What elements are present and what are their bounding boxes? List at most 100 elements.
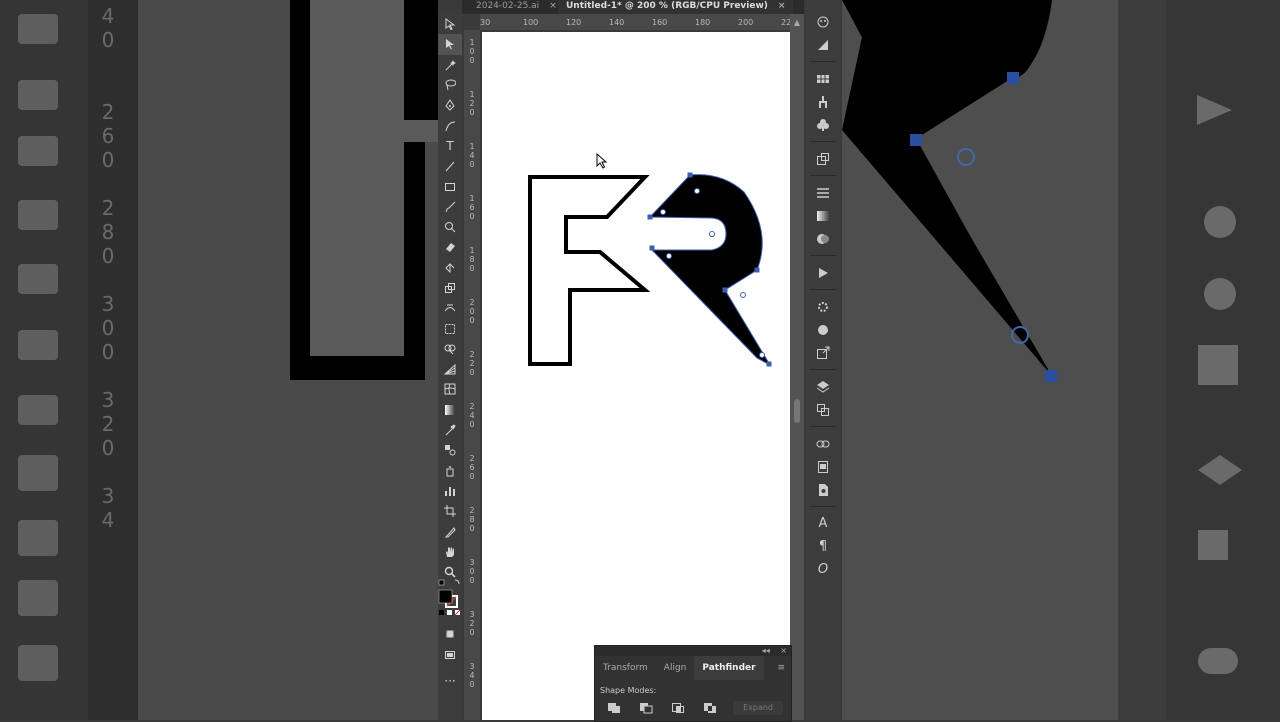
close-icon[interactable]: ×: [780, 646, 787, 655]
tab-document-1[interactable]: 2024-02-25.ai ×: [468, 0, 565, 14]
close-icon[interactable]: ×: [778, 1, 786, 11]
perspective-grid-tool[interactable]: [438, 359, 462, 379]
character-icon[interactable]: A: [806, 512, 840, 535]
free-transform-tool[interactable]: [438, 318, 462, 338]
direct-selection-tool[interactable]: [438, 34, 462, 55]
ruler-tick-label: 3 0 0: [469, 558, 475, 585]
line-segment-tool[interactable]: [438, 156, 462, 176]
expand-button[interactable]: Expand: [733, 701, 783, 715]
draw-mode-icon[interactable]: [438, 624, 462, 644]
vertical-scrollbar[interactable]: ▲: [790, 14, 804, 720]
unite-button[interactable]: [603, 701, 625, 715]
background-right-blur: [842, 0, 1280, 720]
ruler-tick-label: 2 0 0: [469, 298, 475, 325]
ruler-tick-label: 120: [566, 18, 582, 27]
artboards-icon[interactable]: [806, 398, 840, 421]
paragraph-icon[interactable]: ¶: [806, 535, 840, 558]
shaper-tool[interactable]: [438, 217, 462, 237]
bg-letter-f-blur: [18, 0, 438, 681]
more-tools-icon[interactable]: ···: [438, 671, 462, 691]
panel-menu-icon[interactable]: ≡: [777, 663, 791, 673]
fill-stroke-swatches[interactable]: [438, 578, 462, 618]
symbols-icon[interactable]: [806, 113, 840, 136]
color-icon[interactable]: [806, 10, 840, 33]
shape-modes-row: Expand: [595, 695, 791, 721]
gradient-tool[interactable]: [438, 400, 462, 420]
width-tool[interactable]: [438, 298, 462, 318]
actions-icon[interactable]: [806, 261, 840, 284]
panel-tabs: Transform Align Pathfinder ≡: [595, 656, 791, 680]
magic-wand-tool[interactable]: [438, 55, 462, 75]
ruler-tick-label: 140: [609, 18, 625, 27]
ruler-tick-label: 1 4 0: [469, 142, 475, 169]
ruler-tick-label: 180: [695, 18, 711, 27]
document-tab-bar: 2024-02-25.ai × Untitled-1* @ 200 % (RGB/…: [462, 0, 804, 14]
brushes-icon[interactable]: [806, 90, 840, 113]
opentype-icon[interactable]: O: [806, 558, 840, 581]
selection-tool[interactable]: [438, 14, 462, 34]
exclude-button[interactable]: [699, 701, 721, 715]
ruler-tick-label: 160: [652, 18, 668, 27]
ruler-tick-label: 100: [523, 18, 539, 27]
vertical-ruler: 1 0 0 1 2 0 1 4 0 1 6 0 1 8 0 2 0 0 2 2 …: [464, 30, 480, 720]
collapsed-panels-dock: A ¶ O: [806, 0, 840, 720]
libraries-icon[interactable]: [806, 455, 840, 478]
graphic-styles-icon[interactable]: [806, 318, 840, 341]
eraser-tool[interactable]: [438, 237, 462, 257]
stroke-icon[interactable]: [806, 181, 840, 204]
bg-letter-r-blur: [842, 0, 1242, 674]
eyedropper-tool[interactable]: [438, 420, 462, 440]
minus-front-button[interactable]: [635, 701, 657, 715]
close-icon[interactable]: ×: [549, 1, 557, 11]
ruler-tick-label: 2 2 0: [469, 350, 475, 377]
blend-tool[interactable]: [438, 440, 462, 460]
layers-icon[interactable]: [806, 375, 840, 398]
lasso-tool[interactable]: [438, 75, 462, 95]
transparency-icon[interactable]: [806, 227, 840, 250]
tools-panel: T ···: [438, 14, 462, 720]
ruler-tick-label: 1 8 0: [469, 246, 475, 273]
symbol-sprayer-tool[interactable]: [438, 461, 462, 481]
paintbrush-tool[interactable]: [438, 197, 462, 217]
tab-pathfinder[interactable]: Pathfinder: [694, 656, 764, 680]
shape-builder-tool[interactable]: [438, 339, 462, 359]
type-tool[interactable]: T: [438, 136, 462, 156]
column-graph-tool[interactable]: [438, 481, 462, 501]
scroll-thumb[interactable]: [794, 399, 800, 423]
asset-export-icon[interactable]: [806, 147, 840, 170]
color-guide-icon[interactable]: [806, 33, 840, 56]
pen-tool[interactable]: [438, 95, 462, 115]
scroll-up-arrow[interactable]: ▲: [790, 18, 804, 27]
shape-modes-label: Shape Modes:: [600, 686, 657, 695]
mesh-tool[interactable]: [438, 379, 462, 399]
ruler-tick-label: 30: [480, 18, 491, 27]
links-icon[interactable]: [806, 432, 840, 455]
artboard-canvas[interactable]: [482, 32, 790, 720]
panel-title-bar[interactable]: ◂◂ ×: [595, 646, 791, 656]
hand-tool[interactable]: [438, 542, 462, 562]
artboard-tool[interactable]: [438, 501, 462, 521]
screen-mode-icon[interactable]: [438, 645, 462, 665]
tab-label: Untitled-1* @ 200 % (RGB/CPU Preview): [566, 1, 768, 11]
collapse-panel-icon[interactable]: ◂◂: [762, 646, 770, 655]
curvature-tool[interactable]: [438, 115, 462, 135]
tab-transform[interactable]: Transform: [595, 656, 656, 680]
gradient-icon[interactable]: [806, 204, 840, 227]
ruler-tick-label: 3 4 0: [469, 662, 475, 689]
ruler-tick-label: 2 8 0: [469, 506, 475, 533]
appearance-icon[interactable]: [806, 295, 840, 318]
export-icon[interactable]: [806, 341, 840, 364]
scale-tool[interactable]: [438, 278, 462, 298]
rotate-tool[interactable]: [438, 258, 462, 278]
rectangle-tool[interactable]: [438, 176, 462, 196]
slice-tool[interactable]: [438, 521, 462, 541]
intersect-button[interactable]: [667, 701, 689, 715]
document-info-icon[interactable]: [806, 478, 840, 501]
mouse-cursor-icon: [596, 152, 608, 173]
artwork: [528, 172, 772, 367]
tab-align[interactable]: Align: [656, 656, 695, 680]
letter-f-outline: [528, 175, 651, 366]
swatches-icon[interactable]: [806, 67, 840, 90]
tab-document-2[interactable]: Untitled-1* @ 200 % (RGB/CPU Preview) ×: [558, 0, 794, 14]
tab-label: 2024-02-25.ai: [476, 1, 540, 11]
